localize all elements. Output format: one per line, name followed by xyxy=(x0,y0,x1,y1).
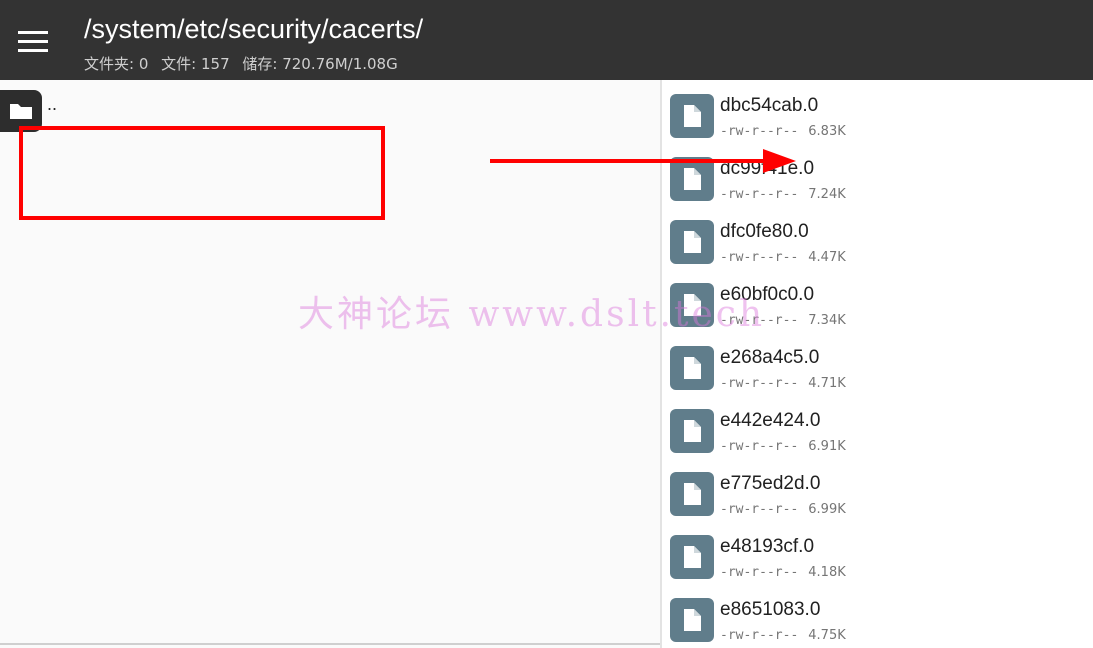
file-meta: -rw-r--r-- 7.34K xyxy=(720,313,846,328)
file-icon xyxy=(670,94,714,138)
toolbar: /system/etc/security/cacerts/ 文件夹: 0 文件:… xyxy=(0,0,1093,80)
file-name: dfc0fe80.0 xyxy=(720,221,809,242)
file-permissions: -rw-r--r-- xyxy=(720,250,799,265)
file-name: e775ed2d.0 xyxy=(720,473,821,494)
file-size: 6.91K xyxy=(808,439,846,454)
annotation-box xyxy=(19,126,385,220)
file-permissions: -rw-r--r-- xyxy=(720,502,799,517)
file-icon xyxy=(670,346,714,390)
file-size: 6.83K xyxy=(808,124,846,139)
file-icon xyxy=(670,598,714,642)
file-icon xyxy=(670,409,714,453)
file-meta: -rw-r--r-- 7.24K xyxy=(720,187,846,202)
file-permissions: -rw-r--r-- xyxy=(720,565,799,580)
file-item[interactable]: e8651083.0 -rw-r--r-- 4.75K xyxy=(662,589,1093,648)
file-meta: -rw-r--r-- 4.47K xyxy=(720,250,846,265)
file-permissions: -rw-r--r-- xyxy=(720,187,799,202)
file-item[interactable]: e60bf0c0.0 -rw-r--r-- 7.34K xyxy=(662,274,1093,337)
file-permissions: -rw-r--r-- xyxy=(720,628,799,643)
storage-stats: 文件夹: 0 文件: 157 储存: 720.76M/1.08G xyxy=(84,53,406,74)
file-permissions: -rw-r--r-- xyxy=(720,313,799,328)
current-path: /system/etc/security/cacerts/ xyxy=(84,14,424,44)
annotation-arrow-icon xyxy=(490,149,796,173)
file-item[interactable]: e775ed2d.0 -rw-r--r-- 6.99K xyxy=(662,463,1093,526)
file-meta: -rw-r--r-- 6.99K xyxy=(720,502,846,517)
file-name: dbc54cab.0 xyxy=(720,95,819,116)
file-item[interactable]: dfc0fe80.0 -rw-r--r-- 4.47K xyxy=(662,211,1093,274)
menu-icon[interactable] xyxy=(14,22,54,62)
file-permissions: -rw-r--r-- xyxy=(720,124,799,139)
file-size: 6.99K xyxy=(808,502,846,517)
folder-count: 文件夹: 0 xyxy=(84,55,149,73)
file-icon xyxy=(670,283,714,327)
file-size: 7.24K xyxy=(808,187,846,202)
file-name: e48193cf.0 xyxy=(720,536,815,557)
file-size: 4.18K xyxy=(808,565,846,580)
divider xyxy=(0,643,660,645)
file-item[interactable]: e48193cf.0 -rw-r--r-- 4.18K xyxy=(662,526,1093,589)
file-permissions: -rw-r--r-- xyxy=(720,376,799,391)
file-icon xyxy=(670,472,714,516)
file-size: 4.75K xyxy=(808,628,846,643)
file-size: 7.34K xyxy=(808,313,846,328)
file-name: e8651083.0 xyxy=(720,599,821,620)
file-name: e268a4c5.0 xyxy=(720,347,820,368)
file-item[interactable]: e442e424.0 -rw-r--r-- 6.91K xyxy=(662,400,1093,463)
file-meta: -rw-r--r-- 6.91K xyxy=(720,439,846,454)
file-meta: -rw-r--r-- 4.71K xyxy=(720,376,846,391)
storage-usage: 储存: 720.76M/1.08G xyxy=(242,55,398,73)
file-name: e442e424.0 xyxy=(720,410,821,431)
file-item[interactable]: e268a4c5.0 -rw-r--r-- 4.71K xyxy=(662,337,1093,400)
file-count: 文件: 157 xyxy=(161,55,230,73)
file-meta: -rw-r--r-- 4.18K xyxy=(720,565,846,580)
file-name: e60bf0c0.0 xyxy=(720,284,815,305)
file-size: 4.47K xyxy=(808,250,846,265)
file-icon xyxy=(670,535,714,579)
file-item[interactable]: dbc54cab.0 -rw-r--r-- 6.83K xyxy=(662,85,1093,148)
file-icon xyxy=(670,220,714,264)
file-permissions: -rw-r--r-- xyxy=(720,439,799,454)
file-size: 4.71K xyxy=(808,376,846,391)
parent-directory-label: .. xyxy=(47,94,58,114)
file-meta: -rw-r--r-- 4.75K xyxy=(720,628,846,643)
file-meta: -rw-r--r-- 6.83K xyxy=(720,124,846,139)
